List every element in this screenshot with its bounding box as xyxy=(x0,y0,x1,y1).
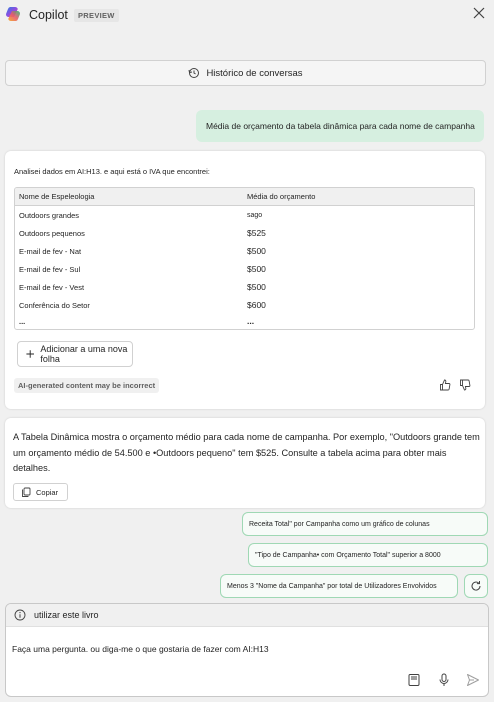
copy-icon xyxy=(22,487,31,497)
send-icon[interactable] xyxy=(466,673,480,687)
suggestion-chip[interactable]: Receita Total" por Campanha como um gráf… xyxy=(242,512,488,536)
copilot-logo-icon xyxy=(5,7,20,21)
suggestion-text: Receita Total" por Campanha como um gráf… xyxy=(249,520,430,528)
copy-label: Copiar xyxy=(36,487,59,497)
table-cell: $500 xyxy=(247,282,266,292)
refresh-suggestions-button[interactable] xyxy=(464,574,488,598)
table-cell: $500 xyxy=(247,246,266,256)
table-cell: ... xyxy=(247,316,255,326)
table-cell: sago xyxy=(247,211,263,219)
column-header: Média do orçamento xyxy=(247,192,316,201)
thumbs-up-icon[interactable] xyxy=(439,379,451,391)
table-cell: $525 xyxy=(247,228,266,238)
table-cell: E-mail de fev - Nat xyxy=(19,246,82,256)
history-button-label: Histórico de conversas xyxy=(206,67,303,79)
summary-text: A Tabela Dinâmica mostra o orçamento méd… xyxy=(13,432,480,473)
table-cell: $600 xyxy=(247,300,266,310)
context-label: utilizar este livro xyxy=(34,610,99,620)
table-row: Outdoors grandes sago xyxy=(15,206,474,224)
user-message-text: Média de orçamento da tabela dinâmica pa… xyxy=(206,121,475,131)
table-row: E-mail de fev - Vest $500 xyxy=(15,278,474,296)
summary-card: A Tabela Dinâmica mostra o orçamento méd… xyxy=(5,418,485,508)
user-message: Média de orçamento da tabela dinâmica pa… xyxy=(196,110,484,142)
table-cell: E-mail de fev - Vest xyxy=(19,282,85,292)
close-icon[interactable] xyxy=(472,6,486,20)
table-cell: ... xyxy=(19,316,26,326)
thumbs-down-icon[interactable] xyxy=(459,379,471,391)
pivot-table: Nome de Espeleologia Média do orçamento … xyxy=(14,187,475,330)
info-icon xyxy=(14,609,26,621)
table-cell: Outdoors pequenos xyxy=(19,228,85,238)
plus-icon xyxy=(26,350,34,358)
refresh-icon xyxy=(471,581,481,591)
response-intro: Analisei dados em AI:H13. e aqui está o … xyxy=(14,167,210,176)
table-row: Conferência do Setor $600 xyxy=(15,296,474,314)
table-row: E-mail de fev - Nat $500 xyxy=(15,242,474,260)
prompt-input-box[interactable]: utilizar este livro Faça uma pergunta. o… xyxy=(5,603,489,697)
microphone-icon[interactable] xyxy=(437,673,451,687)
suggestion-text: "Tipo de Campanha• com Orçamento Total" … xyxy=(255,551,441,559)
prompt-guide-icon[interactable] xyxy=(407,673,421,687)
prompt-input[interactable]: Faça uma pergunta. ou diga-me o que gost… xyxy=(12,644,269,654)
context-bar: utilizar este livro xyxy=(6,604,488,627)
table-row: Outdoors pequenos $525 xyxy=(15,224,474,242)
suggestion-chip[interactable]: "Tipo de Campanha• com Orçamento Total" … xyxy=(248,543,488,567)
ai-disclaimer-badge: AI-generated content may be incorrect xyxy=(14,378,160,393)
table-cell: E-mail de fev - Sul xyxy=(19,264,81,274)
history-button[interactable]: Histórico de conversas xyxy=(5,60,486,86)
title-bar: Copilot PREVIEW xyxy=(0,0,494,30)
app-title: Copilot xyxy=(29,8,68,22)
table-row: ...... xyxy=(15,314,474,328)
history-icon xyxy=(188,68,200,78)
table-cell: Conferência do Setor xyxy=(19,300,90,310)
table-header-row: Nome de Espeleologia Média do orçamento xyxy=(15,188,474,206)
suggestion-text: Menos 3 "Nome da Campanha" por total de … xyxy=(227,582,437,590)
table-row: E-mail de fev - Sul $500 xyxy=(15,260,474,278)
preview-badge: PREVIEW xyxy=(74,9,119,22)
suggestion-chip[interactable]: Menos 3 "Nome da Campanha" por total de … xyxy=(220,574,458,598)
add-to-new-sheet-button[interactable]: Adicionar a uma nova folha xyxy=(17,341,133,367)
column-header: Nome de Espeleologia xyxy=(19,192,95,201)
response-card: Analisei dados em AI:H13. e aqui está o … xyxy=(5,151,485,409)
table-cell: Outdoors grandes xyxy=(19,210,80,220)
table-cell: $500 xyxy=(247,264,266,274)
copy-button[interactable]: Copiar xyxy=(13,483,68,501)
add-sheet-label: Adicionar a uma nova folha xyxy=(40,344,128,364)
